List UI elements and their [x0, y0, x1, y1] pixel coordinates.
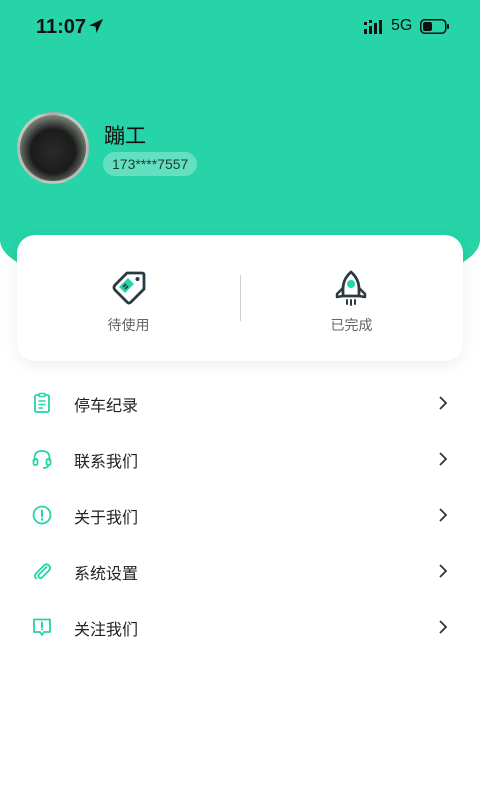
menu-list: 停车纪录 联系我们 关于我们 系统设置 关注我们	[0, 375, 480, 655]
status-bar: 11:07 5G	[0, 0, 480, 56]
info-circle-icon	[32, 505, 52, 525]
chevron-right-icon	[439, 620, 448, 634]
phone-badge: 173****7557	[103, 152, 198, 176]
paperclip-icon	[33, 563, 52, 580]
cellular-signal-icon	[364, 20, 382, 34]
order-status-card: 待使用 已完成	[17, 235, 463, 361]
avatar[interactable]	[17, 112, 89, 184]
chevron-right-icon	[439, 508, 448, 522]
username: 蹦工	[104, 124, 146, 148]
chevron-right-icon	[439, 452, 448, 466]
network-type: 5G	[391, 17, 413, 34]
menu-item-contact-us[interactable]: 联系我们	[0, 431, 480, 487]
menu-label-contact-us: 联系我们	[74, 452, 139, 471]
menu-label-follow-us: 关注我们	[74, 620, 139, 639]
rocket-icon	[335, 270, 367, 306]
status-time: 11:07	[36, 16, 87, 38]
chevron-right-icon	[439, 564, 448, 578]
menu-label-system-settings: 系统设置	[74, 564, 139, 583]
headset-icon	[32, 450, 52, 469]
order-pending-label: 待使用	[107, 318, 150, 334]
menu-item-about-us[interactable]: 关于我们	[0, 487, 480, 543]
coupon-tag-icon	[112, 271, 146, 305]
menu-label-about-us: 关于我们	[74, 508, 139, 527]
menu-item-follow-us[interactable]: 关注我们	[0, 599, 480, 655]
menu-item-parking-records[interactable]: 停车纪录	[0, 375, 480, 431]
order-completed-label: 已完成	[330, 318, 373, 334]
order-completed-button[interactable]: 已完成	[240, 235, 463, 361]
feedback-bubble-icon	[33, 618, 51, 636]
clipboard-list-icon	[34, 392, 50, 413]
order-pending-button[interactable]: 待使用	[17, 235, 240, 361]
menu-label-parking-records: 停车纪录	[74, 396, 139, 415]
chevron-right-icon	[439, 396, 448, 410]
location-arrow-icon	[89, 19, 103, 33]
menu-item-system-settings[interactable]: 系统设置	[0, 543, 480, 599]
battery-icon	[420, 19, 449, 34]
